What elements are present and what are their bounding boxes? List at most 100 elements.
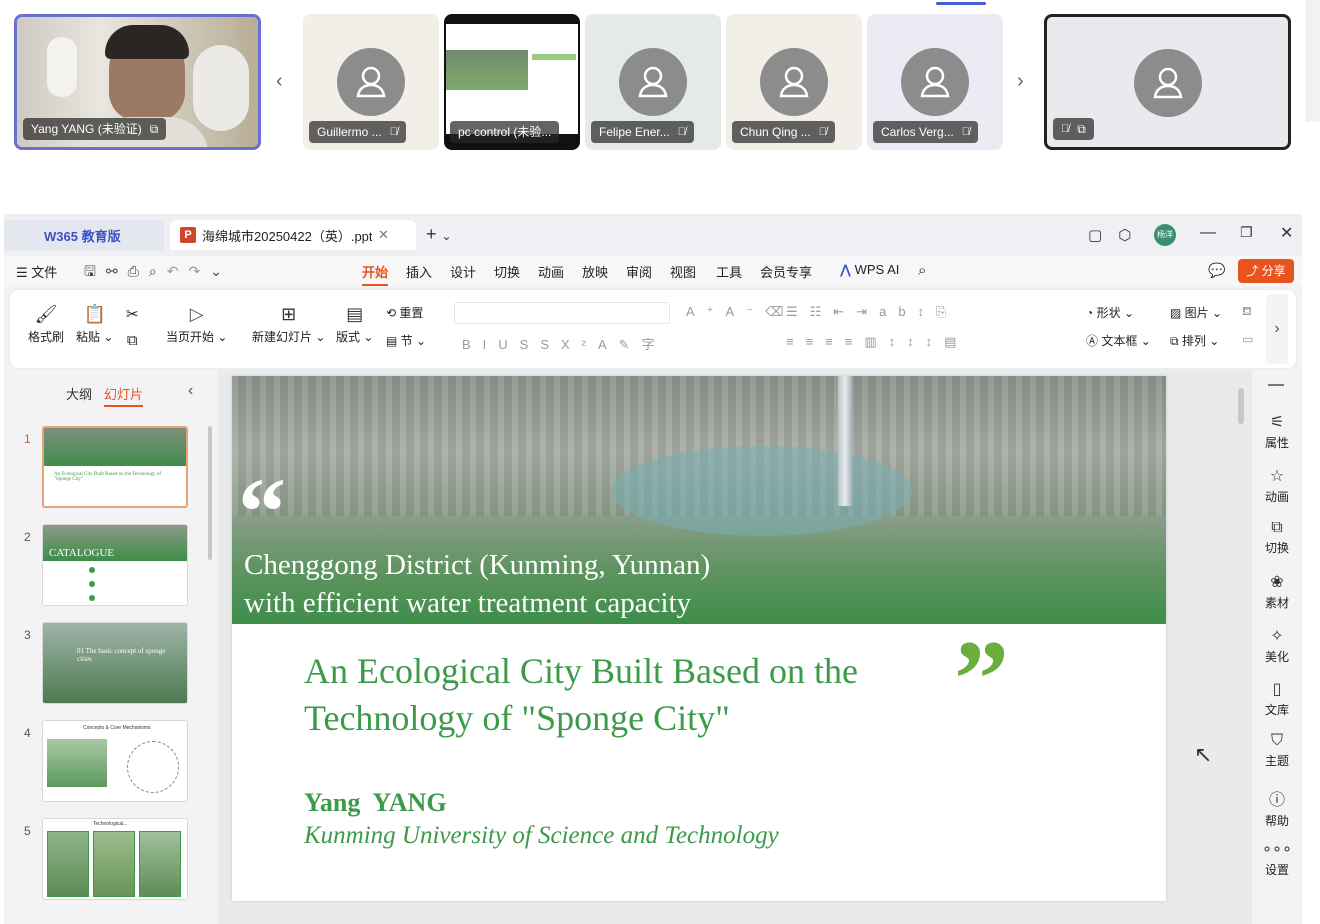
comment-icon[interactable]: 💬	[1208, 262, 1225, 279]
wps-window: W365 教育版 P 海绵城市20250422（英）.ppt ✕ + ⌄ ▢⬡ …	[4, 214, 1302, 924]
menu-tools[interactable]: 工具	[716, 262, 742, 281]
panel-scrollbar[interactable]	[208, 426, 212, 560]
close-quote-icon: ”	[954, 618, 1009, 740]
section-button[interactable]: ▤ 节 ⌄	[386, 332, 426, 349]
text-format-tools: BIUSSX²A✎字	[462, 337, 667, 352]
thumb-number: 5	[24, 824, 31, 838]
menu-transition[interactable]: 切换	[494, 262, 520, 281]
shape-button[interactable]: ◔ 形状 ⌄	[1086, 304, 1134, 321]
paste-button[interactable]: 📋 粘贴 ⌄	[76, 304, 113, 345]
save-icon[interactable]: 🖫	[84, 263, 106, 279]
new-slide-button[interactable]: ⊞ 新建幻灯片 ⌄	[252, 304, 325, 345]
thumb-text: 01 The basic concept of sponge cities	[77, 647, 166, 663]
participant-tile[interactable]: Felipe Ener... 🎙̸	[585, 14, 721, 150]
wps-ai-button[interactable]: ⋀ WPS AI	[840, 262, 899, 278]
scroll-indicator	[936, 2, 986, 5]
restore-icon[interactable]: ❐	[1240, 224, 1253, 241]
layout-button[interactable]: ▤ 版式 ⌄	[336, 304, 373, 345]
sidebar-library[interactable]: ▯ 文库	[1252, 679, 1302, 718]
banner-caption: Chenggong District (Kunming, Yunnan) wit…	[244, 546, 710, 622]
sidebar-beautify[interactable]: ✧ 美化	[1252, 626, 1302, 665]
menu-animation[interactable]: 动画	[538, 262, 564, 281]
materials-icon: ❀	[1270, 574, 1284, 591]
slide-thumb-4[interactable]: Concepts & Core Mechanisms	[42, 720, 188, 802]
sidebar-theme[interactable]: ⛉ 主题	[1252, 732, 1302, 769]
right-sidebar: ⚟ 属性 ☆ 动画 ⧉ 切换 ❀ 素材 ✧ 美化 ▯ 文库 ⛉ 主题 ⓘ 帮助 ∘∘∘ 设置	[1252, 370, 1302, 924]
layout-icon: ▤	[346, 304, 364, 324]
minimize-icon[interactable]: —	[1200, 224, 1216, 242]
slide-thumb-2[interactable]: CATALOGUE	[42, 524, 188, 606]
brush-icon: 🖌	[34, 304, 58, 324]
reset-button[interactable]: ⟲ 重置	[386, 304, 423, 321]
textbox-button[interactable]: Ⓐ 文本框 ⌄	[1086, 332, 1151, 349]
home-tab[interactable]: W365 教育版	[4, 220, 164, 250]
participant-tile[interactable]: Guillermo ... 🎙̸	[303, 14, 439, 150]
search-icon[interactable]: ⌕	[918, 262, 926, 279]
participant-tile-screen[interactable]: pc control (未验...	[444, 14, 580, 150]
collapse-panel-icon[interactable]: ‹	[188, 382, 193, 400]
share-button[interactable]: ⤴ 分享	[1238, 259, 1294, 283]
thumb-text: Technological...	[93, 821, 128, 827]
thumb-text: CATALOGUE	[49, 547, 115, 559]
participant-tile-video[interactable]: Yang YANG (未验证) ⧉	[14, 14, 261, 150]
link-icon[interactable]: ⚯	[106, 263, 128, 279]
format-painter-button[interactable]: 🖌 格式刷	[28, 304, 64, 345]
participant-name: Carlos Verg...	[881, 125, 954, 139]
ppt-file-icon: P	[180, 227, 196, 243]
vertical-scrollbar[interactable]	[1238, 372, 1246, 920]
undo-icon[interactable]: ↶	[167, 263, 189, 279]
participant-tile[interactable]: Chun Qing ... 🎙̸	[726, 14, 862, 150]
document-tab[interactable]: P 海绵城市20250422（英）.ppt ✕	[170, 220, 416, 250]
next-arrow-icon[interactable]: ›	[1017, 70, 1024, 93]
outline-tab[interactable]: 大纲	[66, 384, 92, 403]
menu-slideshow[interactable]: 放映	[582, 262, 608, 281]
file-menu[interactable]: ☰ 文件	[16, 262, 57, 281]
tablet-icon[interactable]: ▢	[1088, 227, 1118, 244]
font-select[interactable]	[454, 302, 670, 324]
sidebar-collapse-icon[interactable]	[1268, 384, 1284, 386]
paragraph-tools-bottom: ≡≡≡≡▥↕↕↕▤	[786, 334, 969, 349]
menu-start[interactable]: 开始	[362, 262, 389, 286]
slide-thumb-3[interactable]: 01 The basic concept of sponge cities	[42, 622, 188, 704]
sidebar-help[interactable]: ⓘ 帮助	[1252, 786, 1302, 829]
slides-tab[interactable]: 幻灯片	[104, 384, 144, 407]
outline-icon[interactable]: ▭	[1242, 332, 1253, 346]
arrange-button[interactable]: ⧉ 排列 ⌄	[1170, 332, 1219, 349]
scrollbar[interactable]	[1306, 0, 1320, 122]
menu-view[interactable]: 视图	[670, 262, 696, 281]
close-tab-icon[interactable]: ✕	[378, 227, 389, 243]
redo-icon[interactable]: ↷	[188, 263, 210, 279]
sidebar-animation[interactable]: ☆ 动画	[1252, 466, 1302, 505]
sidebar-settings[interactable]: ∘∘∘ 设置	[1252, 839, 1302, 878]
participant-tile-active[interactable]: 🎙̸ ⧉	[1044, 14, 1291, 150]
document-tab-label: 海绵城市20250422（英）.ppt	[202, 228, 372, 244]
sidebar-properties[interactable]: ⚟ 属性	[1252, 412, 1302, 451]
slide-thumb-1[interactable]: An Ecological City Built Based on the Te…	[42, 426, 188, 508]
cut-icon[interactable]: ✂	[126, 306, 139, 323]
avatar	[619, 48, 687, 116]
menu-insert[interactable]: 插入	[406, 262, 432, 281]
cube-icon[interactable]: ⬡	[1118, 227, 1147, 244]
close-icon[interactable]: ✕	[1280, 223, 1293, 243]
fill-icon[interactable]: ⛾	[1242, 304, 1252, 320]
avatar[interactable]: 杨洋	[1154, 224, 1176, 246]
copy-icon[interactable]: ⧉	[127, 332, 138, 349]
sidebar-materials[interactable]: ❀ 素材	[1252, 572, 1302, 611]
picture-button[interactable]: ▨ 图片 ⌄	[1170, 304, 1222, 321]
new-tab-icon[interactable]: + ⌄	[426, 224, 452, 245]
participant-name: pc control (未验...	[458, 125, 552, 139]
more-icon[interactable]: ⌄	[210, 263, 232, 279]
current-slide[interactable]: “ Chenggong District (Kunming, Yunnan) w…	[232, 376, 1166, 901]
menu-review[interactable]: 审阅	[626, 262, 652, 281]
sidebar-transition[interactable]: ⧉ 切换	[1252, 519, 1302, 556]
start-current-button[interactable]: ▷ 当页开始 ⌄	[166, 304, 227, 345]
slide-thumb-5[interactable]: Technological...	[42, 818, 188, 900]
prev-arrow-icon[interactable]: ‹	[276, 70, 283, 93]
preview-icon[interactable]: ⌕	[149, 263, 167, 279]
ribbon-expand-icon[interactable]: ›	[1266, 294, 1288, 364]
print-icon[interactable]: ⎙	[128, 263, 149, 279]
book-icon: ▯	[1272, 681, 1282, 698]
menu-design[interactable]: 设计	[450, 262, 476, 281]
menu-membership[interactable]: 会员专享	[760, 262, 812, 281]
participant-tile[interactable]: Carlos Verg... 🎙̸	[867, 14, 1003, 150]
